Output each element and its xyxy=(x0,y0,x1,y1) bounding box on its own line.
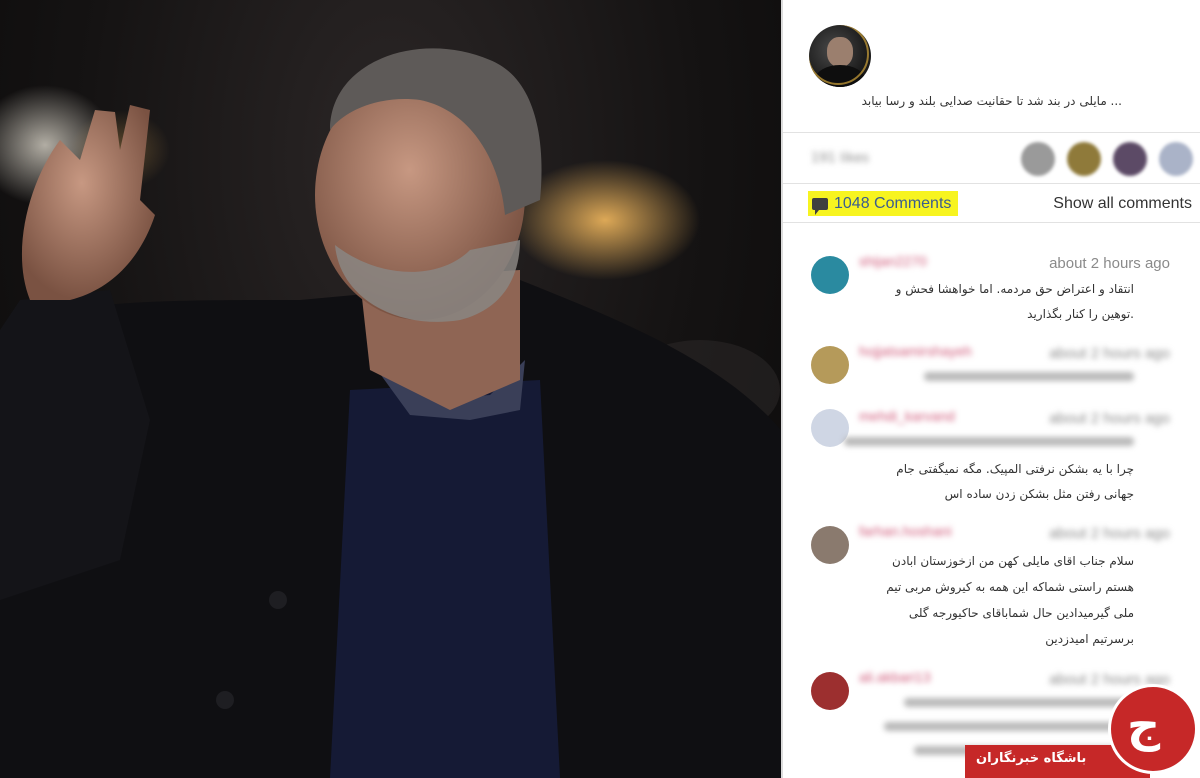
commenter-username[interactable]: ali.akbari13 xyxy=(859,669,931,685)
comment-item: mehdi_karvand about 2 hours ago چرا با ی… xyxy=(783,405,1200,515)
commenter-username[interactable]: mehdi_karvand xyxy=(859,408,955,424)
blurred-comment-line xyxy=(924,372,1134,381)
comments-count-label: 1048 Comments xyxy=(834,194,952,212)
comment-item: shijan2270 about 2 hours ago انتقاد و اع… xyxy=(783,250,1200,330)
comment-time: about 2 hours ago xyxy=(1049,255,1170,272)
comment-line: برسرتیم امیدزدین xyxy=(1045,632,1134,646)
commenter-username[interactable]: shijan2270 xyxy=(859,253,927,269)
comment-time: about 2 hours ago xyxy=(1049,525,1170,542)
blurred-comment-line xyxy=(844,437,1134,446)
divider-line xyxy=(783,222,1200,223)
comments-count-link[interactable]: 1048 Comments xyxy=(808,191,959,216)
man-waving-photo xyxy=(0,48,781,778)
comment-line: سلام جناب اقای مایلی کهن من ازخوزستان اب… xyxy=(892,554,1134,568)
post-sidebar: ... مایلی در بند شد تا حقانیت صدایی بلند… xyxy=(783,0,1200,778)
owner-avatar[interactable] xyxy=(809,25,871,87)
post-photo[interactable] xyxy=(0,0,781,778)
likes-count: 191 likes xyxy=(811,151,870,166)
comment-time: about 2 hours ago xyxy=(1049,410,1170,427)
blurred-comment-line xyxy=(904,698,1134,707)
comment-line: جهانی رفتن مثل بشکن زدن ساده اس xyxy=(944,487,1134,501)
comments-header: 1048 Comments Show all comments xyxy=(783,184,1200,222)
comment-line: چرا با یه بشکن نرفتی المپیک. مگه نمیگفتی… xyxy=(896,462,1134,476)
comment-bubble-icon xyxy=(812,197,828,215)
watermark-logo-glyph: ج xyxy=(1127,698,1161,752)
liker-avatar[interactable] xyxy=(1159,142,1193,176)
watermark-text: باشگاه خبرنگاران xyxy=(976,751,1087,766)
comment-item: hojjatsamirshayeh about 2 hours ago xyxy=(783,340,1200,400)
comment-line: ملی گیرمیدادین حال شماباقای حاکیورجه گلی xyxy=(908,606,1134,620)
show-all-comments-link[interactable]: Show all comments xyxy=(1053,195,1192,213)
comment-text: چرا با یه بشکن نرفتی المپیک. مگه نمیگفتی… xyxy=(834,457,1134,507)
commenter-username[interactable]: hojjatsamirshayeh xyxy=(859,343,972,359)
post-caption: ... مایلی در بند شد تا حقانیت صدایی بلند… xyxy=(861,94,1122,108)
comment-line: انتقاد و اعتراض حق مردمه. اما خواهشا فحش… xyxy=(895,282,1134,296)
likes-row: 191 likes xyxy=(783,133,1200,183)
comment-line: هستم راستی شماکه این همه به کیروش مربی ت… xyxy=(886,580,1134,594)
comment-item: farhan.hoshani about 2 hours ago سلام جن… xyxy=(783,520,1200,655)
commenter-avatar[interactable] xyxy=(811,672,849,710)
comment-time: about 2 hours ago xyxy=(1049,345,1170,362)
comment-text: انتقاد و اعتراض حق مردمه. اما خواهشا فحش… xyxy=(834,277,1134,327)
commenter-avatar[interactable] xyxy=(811,346,849,384)
liker-avatar[interactable] xyxy=(1113,142,1147,176)
comment-line: .توهین را کنار بگذارید xyxy=(1027,307,1134,321)
blurred-comment-line xyxy=(884,722,1134,731)
comment-text: سلام جناب اقای مایلی کهن من ازخوزستان اب… xyxy=(834,548,1134,652)
commenter-username[interactable]: farhan.hoshani xyxy=(859,523,952,539)
liker-avatar[interactable] xyxy=(1021,142,1055,176)
liker-avatar[interactable] xyxy=(1067,142,1101,176)
